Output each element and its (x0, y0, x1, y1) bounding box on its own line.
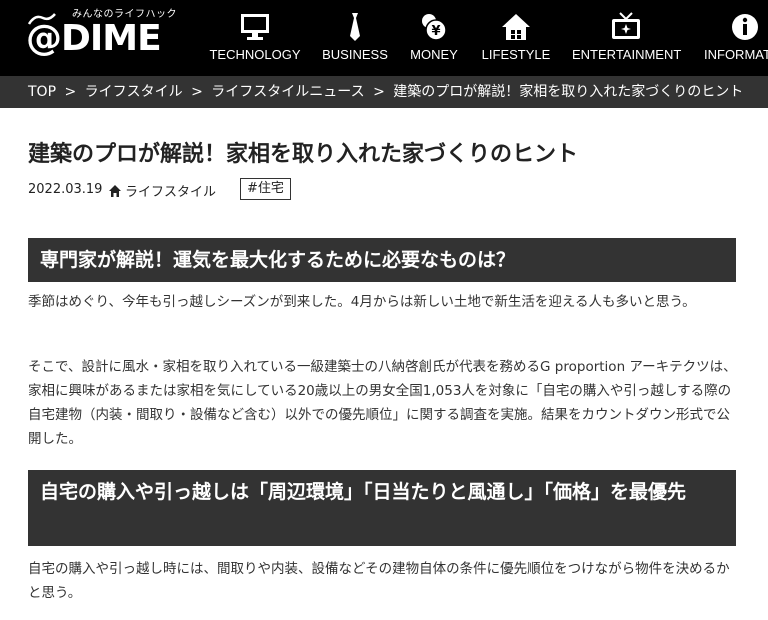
nav-label: ENTERTAINMENT (572, 47, 682, 62)
breadcrumb-separator: > (64, 84, 77, 100)
breadcrumb-lifestyle-news-link[interactable]: ライフスタイルニュース (211, 84, 364, 100)
article-paragraph: 季節はめぐり、今年も引っ越しシーズンが到来した。4月からは新しい土地で新生活を迎… (28, 294, 696, 310)
tag-badge[interactable]: #住宅 (240, 178, 291, 200)
nav-label: INFORMATI (704, 47, 768, 62)
section-heading: 自宅の購入や引っ越しは「周辺環境」「日当たりと風通し」「価格」を最優先 (28, 470, 736, 546)
breadcrumb-top-link[interactable]: TOP (28, 84, 56, 100)
section-heading: 専門家が解説！運気を最大化するために必要なものは？ (28, 238, 736, 282)
nav-label: LIFESTYLE (481, 47, 551, 62)
house-icon (109, 185, 121, 197)
tv-icon (612, 12, 640, 39)
yen-coins-icon: ¥ (422, 14, 447, 41)
monitor-icon (241, 14, 269, 40)
nav-information[interactable]: INFORMATI (700, 0, 768, 76)
article-paragraph: そこで、設計に風水・家相を取り入れている一級建築士の八納啓創氏が代表を務めるG … (28, 359, 737, 447)
nav-technology[interactable]: TECHNOLOGY (208, 0, 302, 76)
category-label: ライフスタイル (125, 185, 217, 200)
page-title: 建築のプロが解説！家相を取り入れた家づくりのヒント (28, 142, 579, 167)
svg-text:¥: ¥ (431, 24, 440, 39)
nav-money[interactable]: ¥ MONEY (406, 0, 462, 76)
nav-entertainment[interactable]: ENTERTAINMENT (572, 0, 682, 76)
info-icon (732, 14, 758, 40)
breadcrumb: TOP > ライフスタイル > ライフスタイルニュース > 建築のプロが解説！家… (0, 76, 768, 108)
nav-lifestyle[interactable]: LIFESTYLE (478, 0, 554, 76)
nav-label: MONEY (410, 47, 458, 62)
nav-label: BUSINESS (322, 47, 388, 62)
breadcrumb-separator: > (373, 84, 385, 100)
site-header: みんなのライフハック @DIME TECHNOLOGY BUSINESS ¥ M… (0, 0, 768, 76)
article-date: 2022.03.19 (28, 182, 103, 197)
article-paragraph: 自宅の購入や引っ越し時には、間取りや内装、設備などその建物自体の条件に優先順位を… (28, 561, 730, 601)
nav-label: TECHNOLOGY (209, 47, 301, 62)
necktie-icon (350, 13, 360, 41)
house-icon (502, 14, 530, 40)
site-logo[interactable]: @DIME (26, 18, 162, 59)
category-link[interactable]: ライフスタイル (108, 181, 216, 200)
breadcrumb-current-page: 建築のプロが解説！家相を取り入れた家づくりのヒント (393, 84, 744, 100)
breadcrumb-separator: > (191, 84, 203, 100)
breadcrumb-lifestyle-link[interactable]: ライフスタイル (85, 84, 183, 100)
nav-business[interactable]: BUSINESS (318, 0, 392, 76)
